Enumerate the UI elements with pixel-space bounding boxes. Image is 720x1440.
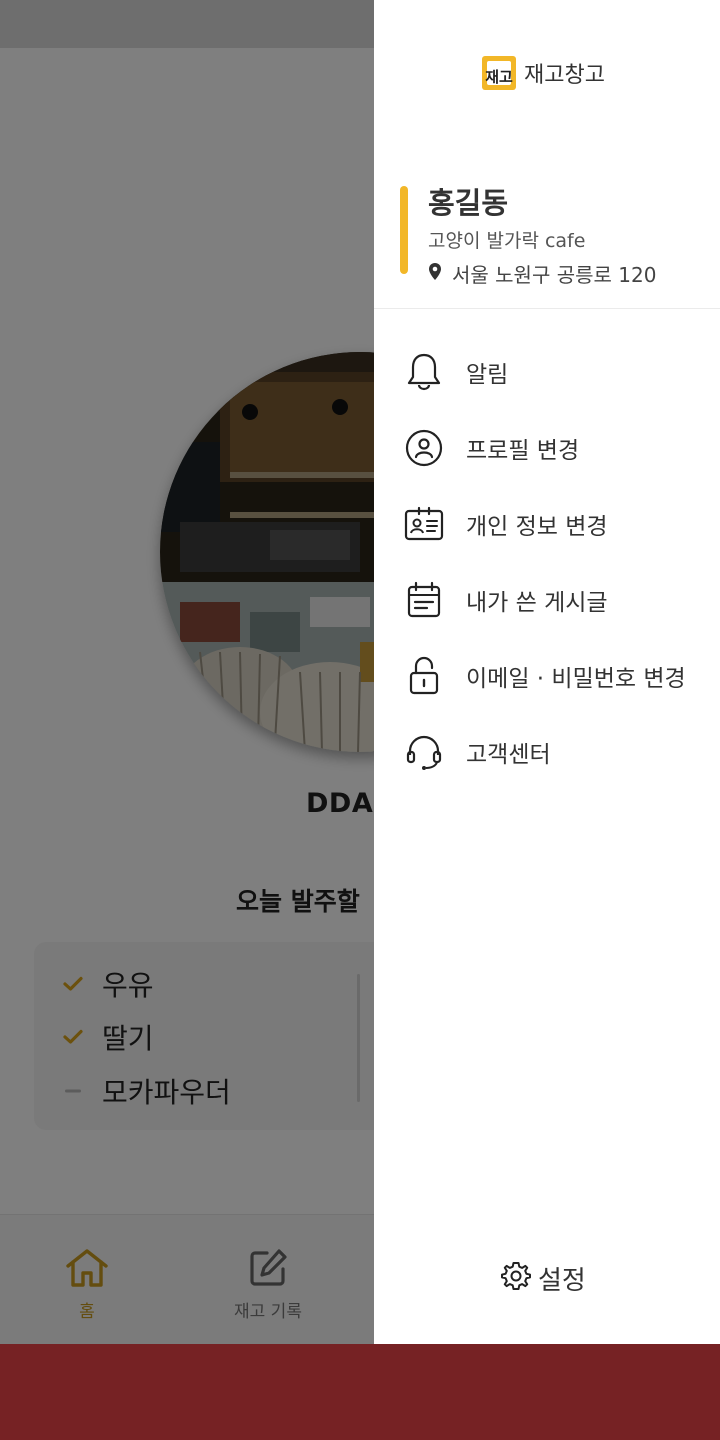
brand-logo-text: 재고 bbox=[485, 68, 513, 86]
menu-item-my-posts[interactable]: 내가 쓴 게시글 bbox=[402, 578, 608, 622]
menu-item-label: 프로필 변경 bbox=[466, 438, 580, 464]
profile-address: 서울 노원구 공릉로 120 bbox=[428, 258, 656, 288]
headset-icon bbox=[402, 730, 446, 774]
navigation-drawer: 재고 재고창고 홍길동 고양이 발가락 cafe 서울 노원구 공릉로 120 … bbox=[374, 0, 720, 1344]
user-circle-icon bbox=[402, 426, 446, 470]
brand-logo-icon: 재고 bbox=[482, 56, 516, 90]
calendar-note-icon bbox=[402, 578, 446, 622]
profile-shop-name: 고양이 발가락 cafe bbox=[428, 230, 586, 252]
settings-button[interactable]: 설정 bbox=[500, 1258, 586, 1298]
profile-accent-bar bbox=[400, 186, 408, 274]
system-navigation-bar bbox=[0, 1344, 720, 1440]
menu-item-notifications[interactable]: 알림 bbox=[402, 350, 508, 394]
menu-item-label: 알림 bbox=[466, 362, 509, 388]
menu-item-personal-info[interactable]: 개인 정보 변경 bbox=[402, 502, 608, 546]
menu-item-customer-center[interactable]: 고객센터 bbox=[402, 730, 551, 774]
brand-header: 재고 재고창고 bbox=[482, 56, 605, 90]
menu-item-label: 개인 정보 변경 bbox=[466, 514, 608, 540]
id-card-icon bbox=[402, 502, 446, 546]
profile-name: 홍길동 bbox=[428, 186, 509, 220]
menu-item-email-password[interactable]: 이메일 · 비밀번호 변경 bbox=[402, 654, 686, 698]
unlock-icon bbox=[402, 654, 446, 698]
profile-address-text: 서울 노원구 공릉로 120 bbox=[452, 262, 657, 287]
menu-item-label: 내가 쓴 게시글 bbox=[466, 590, 608, 616]
location-pin-icon bbox=[428, 262, 442, 285]
settings-label: 설정 bbox=[538, 1265, 586, 1296]
menu-item-profile-edit[interactable]: 프로필 변경 bbox=[402, 426, 579, 470]
menu-item-label: 고객센터 bbox=[466, 742, 551, 768]
bell-icon bbox=[402, 350, 446, 394]
drawer-divider bbox=[374, 308, 720, 309]
brand-name: 재고창고 bbox=[524, 63, 605, 88]
menu-item-label: 이메일 · 비밀번호 변경 bbox=[466, 666, 686, 692]
gear-icon bbox=[500, 1260, 532, 1296]
